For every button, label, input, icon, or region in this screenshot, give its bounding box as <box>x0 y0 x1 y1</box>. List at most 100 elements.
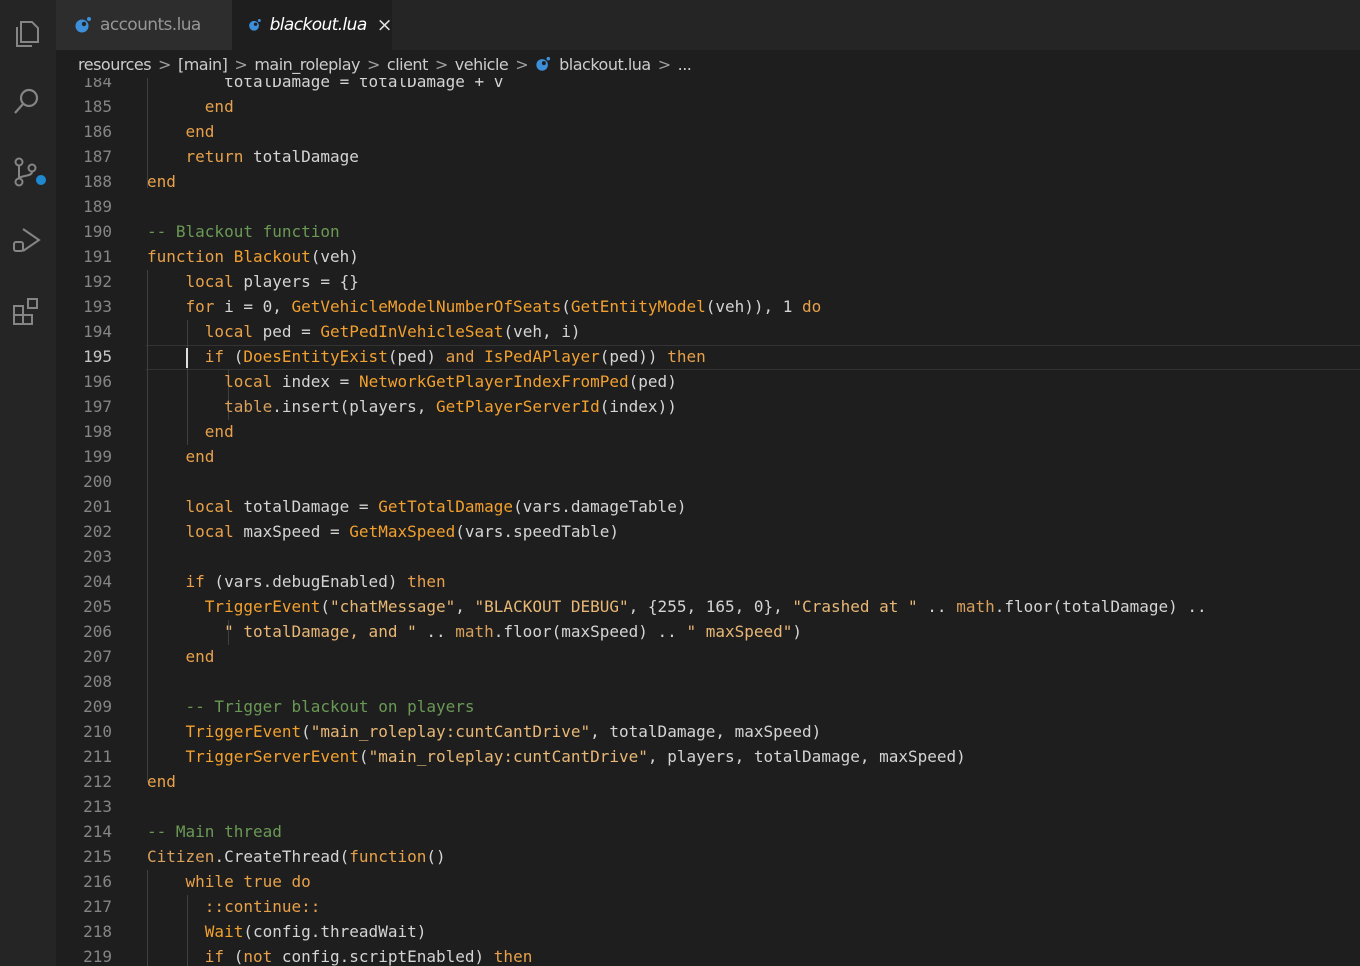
code-token: table <box>147 397 273 416</box>
code-line[interactable]: 197 table.insert(players, GetPlayerServe… <box>56 394 1360 419</box>
close-icon[interactable]: × <box>377 14 393 36</box>
code-line[interactable]: 203 <box>56 544 1360 569</box>
code-line[interactable]: 209 -- Trigger blackout on players <box>56 694 1360 719</box>
code-line[interactable]: 192 local players = {} <box>56 269 1360 294</box>
code-line[interactable]: 185 end <box>56 94 1360 119</box>
code-token: totalDamage <box>243 147 359 166</box>
code-token: , totalDamage, maxSpeed) <box>590 722 822 741</box>
code-token: local <box>147 497 234 516</box>
explorer-icon[interactable] <box>8 16 44 52</box>
tab-blackout-lua[interactable]: blackout.lua × <box>232 0 393 50</box>
tab-accounts-lua[interactable]: accounts.lua <box>56 0 232 50</box>
code-token: local <box>147 322 253 341</box>
code-line[interactable]: 211 TriggerServerEvent("main_roleplay:cu… <box>56 744 1360 769</box>
code-text: end <box>147 769 176 794</box>
tab-label: accounts.lua <box>100 15 201 35</box>
code-token: totalDamage = <box>233 497 379 516</box>
code-line[interactable]: 202 local maxSpeed = GetMaxSpeed(vars.sp… <box>56 519 1360 544</box>
code-token: GetPlayerServerId <box>436 397 600 416</box>
breadcrumb-label: main_roleplay <box>254 54 360 74</box>
breadcrumb-item[interactable]: ... <box>678 55 692 74</box>
code-line[interactable]: 193 for i = 0, GetVehicleModelNumberOfSe… <box>56 294 1360 319</box>
code-line[interactable]: 215 Citizen.CreateThread(function() <box>56 844 1360 869</box>
code-line[interactable]: 219 if (not config.scriptEnabled) then <box>56 944 1360 966</box>
code-token: .insert(players, <box>272 397 436 416</box>
code-text: Citizen.CreateThread(function() <box>147 844 446 869</box>
code-token: (index)) <box>599 397 677 416</box>
breadcrumb-item[interactable]: blackout.lua <box>535 55 651 74</box>
code-token: (ped) <box>628 372 677 391</box>
code-token: end <box>147 172 176 191</box>
breadcrumb-separator: > <box>158 54 171 74</box>
code-line[interactable]: 218 Wait(config.threadWait) <box>56 919 1360 944</box>
breadcrumb-item[interactable]: vehicle <box>455 55 509 74</box>
code-token: end <box>147 647 215 666</box>
code-line[interactable]: 207 end <box>56 644 1360 669</box>
code-line[interactable]: 184 totalDamage = totalDamage + v <box>56 78 1360 94</box>
code-line[interactable]: 206 " totalDamage, and " .. math.floor(m… <box>56 619 1360 644</box>
code-line[interactable]: 196 local index = NetworkGetPlayerIndexF… <box>56 369 1360 394</box>
search-icon[interactable] <box>8 84 44 120</box>
code-token: GetPedInVehicleSeat <box>320 322 504 341</box>
code-token: , players, totalDamage, maxSpeed) <box>647 747 966 766</box>
code-line[interactable]: 208 <box>56 669 1360 694</box>
code-line[interactable]: 189 <box>56 194 1360 219</box>
code-line[interactable]: 205 TriggerEvent("chatMessage", "BLACKOU… <box>56 594 1360 619</box>
code-token: " totalDamage, and " <box>147 622 417 641</box>
code-line[interactable]: 186 end <box>56 119 1360 144</box>
code-line[interactable]: 191 function Blackout(veh) <box>56 244 1360 269</box>
code-text: end <box>147 419 234 444</box>
code-line[interactable]: 214 -- Main thread <box>56 819 1360 844</box>
code-line[interactable]: 210 TriggerEvent("main_roleplay:cuntCant… <box>56 719 1360 744</box>
code-token: (veh, i) <box>503 322 581 341</box>
code-token: GetMaxSpeed <box>349 522 456 541</box>
code-line[interactable]: 204 if (vars.debugEnabled) then <box>56 569 1360 594</box>
breadcrumb-item[interactable]: [main] <box>178 55 228 74</box>
code-token: ( <box>320 597 331 616</box>
code-line[interactable]: 213 <box>56 794 1360 819</box>
line-number: 191 <box>83 247 112 266</box>
code-token: "Crashed at " <box>792 597 918 616</box>
code-line[interactable]: 212 end <box>56 769 1360 794</box>
line-number: 209 <box>83 697 112 716</box>
code-line[interactable]: 190 -- Blackout function <box>56 219 1360 244</box>
code-token: Citizen <box>147 847 215 866</box>
breadcrumb-item[interactable]: client <box>387 55 428 74</box>
line-number: 196 <box>83 372 112 391</box>
run-debug-icon[interactable] <box>8 222 44 258</box>
code-line[interactable]: 199 end <box>56 444 1360 469</box>
code-token: "BLACKOUT DEBUG" <box>474 597 629 616</box>
code-token: TriggerServerEvent <box>147 747 359 766</box>
code-line[interactable]: 194 local ped = GetPedInVehicleSeat(veh,… <box>56 319 1360 344</box>
line-number: 190 <box>83 222 112 241</box>
code-token: (veh) <box>310 247 359 266</box>
line-number: 185 <box>83 97 112 116</box>
lua-file-icon <box>75 17 91 33</box>
code-line[interactable]: 216 while true do <box>56 869 1360 894</box>
code-line[interactable]: 195 if (DoesEntityExist(ped) and IsPedAP… <box>56 344 1360 369</box>
breadcrumb-item[interactable]: main_roleplay <box>254 55 360 74</box>
code-editor[interactable]: 184 totalDamage = totalDamage + v 185 end… <box>56 78 1360 966</box>
line-number: 197 <box>83 397 112 416</box>
code-line[interactable]: 198 end <box>56 419 1360 444</box>
code-text: if (DoesEntityExist(ped) and IsPedAPlaye… <box>147 344 706 369</box>
code-token: for <box>147 297 215 316</box>
code-token: math <box>455 622 494 641</box>
code-text: -- Blackout function <box>147 219 340 244</box>
breadcrumb-item[interactable]: resources <box>78 55 152 74</box>
line-number: 204 <box>83 572 112 591</box>
extensions-icon[interactable] <box>8 292 44 328</box>
code-text: end <box>147 94 234 119</box>
code-token: (vars.debugEnabled) <box>204 572 408 591</box>
line-number: 207 <box>83 647 112 666</box>
code-token: .floor(totalDamage) .. <box>994 597 1207 616</box>
code-token: GetEntityModel <box>570 297 706 316</box>
code-line[interactable]: 187 return totalDamage <box>56 144 1360 169</box>
code-line[interactable]: 200 <box>56 469 1360 494</box>
code-text: totalDamage = totalDamage + v <box>147 78 503 94</box>
code-line[interactable]: 201 local totalDamage = GetTotalDamage(v… <box>56 494 1360 519</box>
source-control-icon[interactable] <box>8 154 48 190</box>
code-line[interactable]: 217 ::continue:: <box>56 894 1360 919</box>
code-line[interactable]: 188 end <box>56 169 1360 194</box>
